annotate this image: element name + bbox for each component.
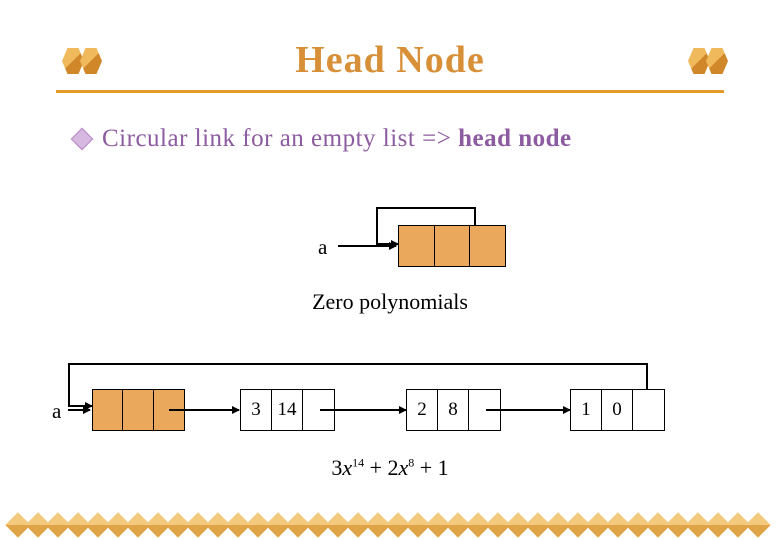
decor-hex-right-icon: [688, 48, 728, 74]
loop-segment: [376, 207, 476, 209]
loop-segment: [376, 207, 378, 247]
node-coef-cell: 2: [407, 390, 438, 430]
figure-caption: Zero polynomials: [60, 289, 720, 315]
bullet-prefix: Circular link for an empty list =>: [102, 125, 458, 152]
link-arrow-icon: [169, 409, 239, 411]
figure-caption: 3x14 + 2x8 + 1: [60, 455, 720, 481]
link-arrow-icon: [486, 409, 570, 411]
loop-segment: [68, 363, 70, 407]
pointer-label: a: [52, 399, 61, 424]
bullet-item: Circular link for an empty list => head …: [0, 93, 780, 153]
loop-segment: [68, 363, 648, 365]
node-exp-cell: 14: [272, 390, 303, 430]
pointer-label: a: [318, 235, 327, 260]
cap-t1: 3: [331, 455, 342, 480]
node-exp-cell: 0: [602, 390, 633, 430]
loop-segment: [646, 363, 648, 391]
link-arrow-icon: [320, 409, 406, 411]
figure-polynomial-chain: a 3 14 2 8 1 0: [60, 343, 720, 453]
node-link-cell: [470, 226, 505, 266]
node-link-cell: [633, 390, 664, 430]
pointer-arrow-icon: [338, 245, 396, 247]
node-coef-cell: 1: [571, 390, 602, 430]
figure-zero-polynomial: a: [190, 177, 590, 287]
head-node: [398, 225, 506, 267]
bullet-strong: head node: [458, 125, 572, 152]
decor-bottom-border-icon: [0, 512, 780, 540]
node-coef-cell: [93, 390, 123, 430]
cap-v1: x: [342, 455, 352, 480]
cap-p2: + 1: [414, 455, 448, 480]
cap-v2: x: [399, 455, 409, 480]
cap-e1: 14: [352, 456, 364, 470]
node-exp-cell: 8: [438, 390, 469, 430]
node-coef-cell: [399, 226, 435, 266]
node-exp-cell: [123, 390, 153, 430]
bullet-text: Circular link for an empty list => head …: [102, 125, 572, 153]
diamond-bullet-icon: [71, 128, 94, 151]
node-coef-cell: 3: [241, 390, 272, 430]
slide-title: Head Node: [295, 38, 485, 82]
pointer-arrow-icon: [68, 409, 90, 411]
cap-p1: + 2: [364, 455, 398, 480]
poly-node: 1 0: [570, 389, 665, 431]
decor-hex-left-icon: [62, 48, 102, 74]
node-exp-cell: [435, 226, 471, 266]
loop-segment: [474, 207, 476, 227]
